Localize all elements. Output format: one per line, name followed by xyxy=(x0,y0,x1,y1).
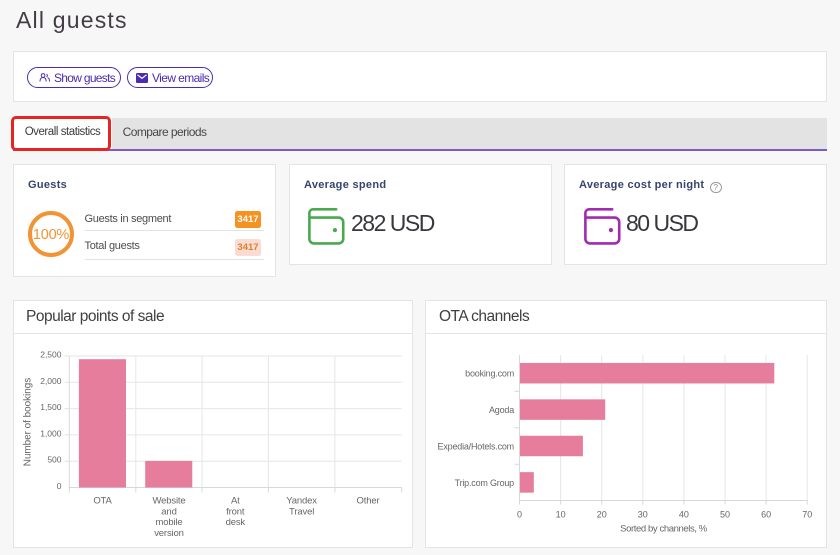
svg-text:10: 10 xyxy=(556,510,566,520)
svg-text:Yandex: Yandex xyxy=(286,496,317,507)
svg-text:1,500: 1,500 xyxy=(40,402,62,412)
svg-text:2,500: 2,500 xyxy=(40,350,62,360)
svg-text:version: version xyxy=(154,528,184,539)
svg-text:20: 20 xyxy=(597,510,607,520)
svg-text:OTA: OTA xyxy=(93,496,112,507)
svg-text:1,000: 1,000 xyxy=(40,428,62,438)
svg-text:front: front xyxy=(226,506,245,517)
svg-text:30: 30 xyxy=(638,510,648,520)
svg-text:2,000: 2,000 xyxy=(40,376,62,386)
svg-text:40: 40 xyxy=(679,510,689,520)
svg-text:Sorted by channels, %: Sorted by channels, % xyxy=(620,524,708,535)
svg-text:Agoda: Agoda xyxy=(489,405,514,415)
svg-text:At: At xyxy=(231,496,240,507)
svg-text:Number of bookings: Number of bookings xyxy=(23,378,34,466)
svg-text:0: 0 xyxy=(57,481,62,491)
svg-text:and: and xyxy=(161,506,176,517)
svg-text:Trip.com Group: Trip.com Group xyxy=(455,478,515,488)
svg-text:Other: Other xyxy=(356,496,379,507)
svg-text:Website: Website xyxy=(152,496,185,507)
svg-text:500: 500 xyxy=(47,455,61,465)
svg-text:Travel: Travel xyxy=(289,506,314,517)
svg-text:booking.com: booking.com xyxy=(465,369,514,379)
svg-text:Expedia/Hotels.com: Expedia/Hotels.com xyxy=(438,441,514,451)
svg-text:mobile: mobile xyxy=(155,517,182,528)
svg-text:0: 0 xyxy=(517,510,522,520)
svg-text:50: 50 xyxy=(720,510,730,520)
svg-text:60: 60 xyxy=(761,510,771,520)
svg-text:desk: desk xyxy=(226,517,246,528)
svg-text:70: 70 xyxy=(802,510,812,520)
